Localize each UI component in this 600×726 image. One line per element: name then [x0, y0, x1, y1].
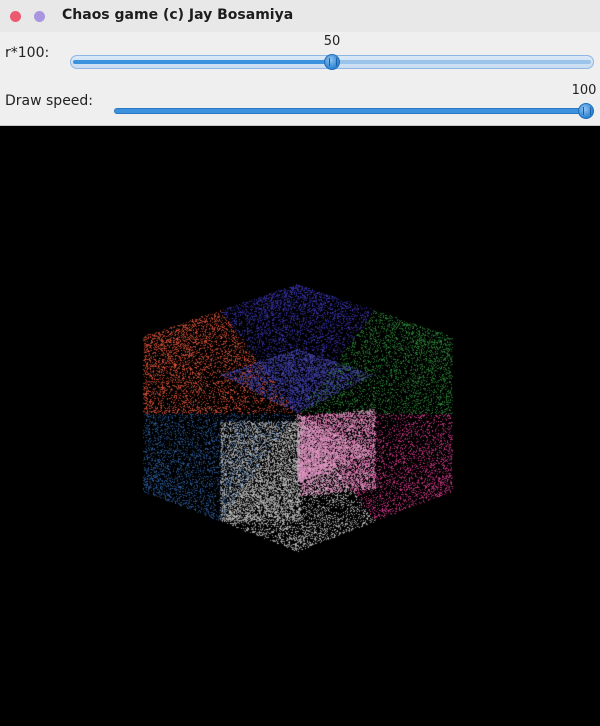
- r-slider-value: 50: [323, 34, 341, 49]
- title-bar: Chaos game (c) Jay Bosamiya: [0, 0, 600, 32]
- speed-slider-value: 100: [571, 83, 597, 98]
- r-slider-fill: [73, 60, 331, 64]
- chaos-game-canvas: [0, 126, 600, 726]
- controls-panel: r*100: 50 Draw speed: 100: [0, 32, 600, 126]
- speed-slider-track[interactable]: [114, 108, 594, 114]
- window-title: Chaos game (c) Jay Bosamiya: [62, 7, 294, 23]
- r-slider-label: r*100:: [5, 45, 50, 61]
- r-slider-remaining: [333, 60, 591, 64]
- speed-slider-thumb[interactable]: [578, 103, 594, 119]
- close-window-icon[interactable]: [10, 11, 21, 22]
- r-slider-thumb[interactable]: [324, 54, 340, 70]
- speed-slider-label: Draw speed:: [5, 93, 94, 109]
- chaos-game-window: Chaos game (c) Jay Bosamiya r*100: 50 Dr…: [0, 0, 600, 726]
- drawing-canvas-area: [0, 126, 600, 726]
- minimize-window-icon[interactable]: [34, 11, 45, 22]
